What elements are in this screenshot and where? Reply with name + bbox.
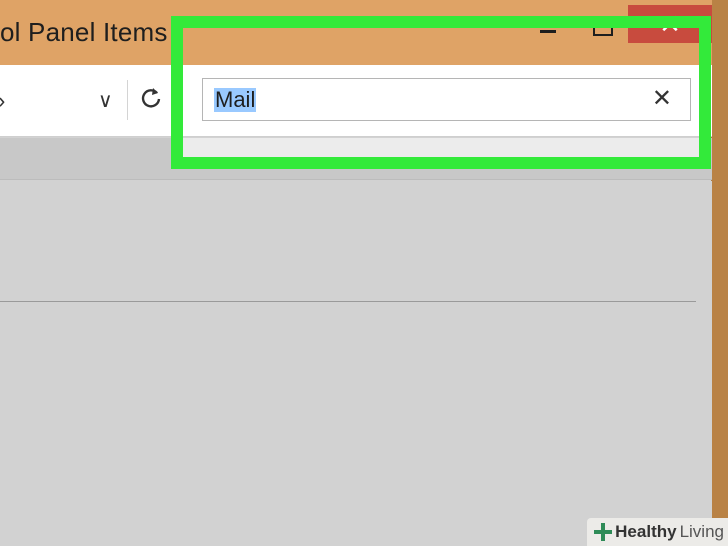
content-area: [0, 181, 712, 546]
desktop-background: [712, 0, 728, 546]
watermark-brand-bold: Healthy: [615, 522, 677, 541]
highlight-box: [171, 16, 711, 169]
address-separator: [127, 80, 128, 120]
watermark-badge: Healthy Living: [587, 518, 728, 546]
healthy-living-logo: [594, 523, 613, 541]
chevron-down-icon[interactable]: ∨: [98, 88, 113, 113]
watermark-brand-light: Living: [679, 522, 724, 541]
back-arrow-icon[interactable]: ›: [0, 88, 5, 114]
refresh-icon[interactable]: [138, 85, 164, 111]
window-title: ol Panel Items: [0, 17, 168, 47]
content-divider: [0, 301, 696, 302]
